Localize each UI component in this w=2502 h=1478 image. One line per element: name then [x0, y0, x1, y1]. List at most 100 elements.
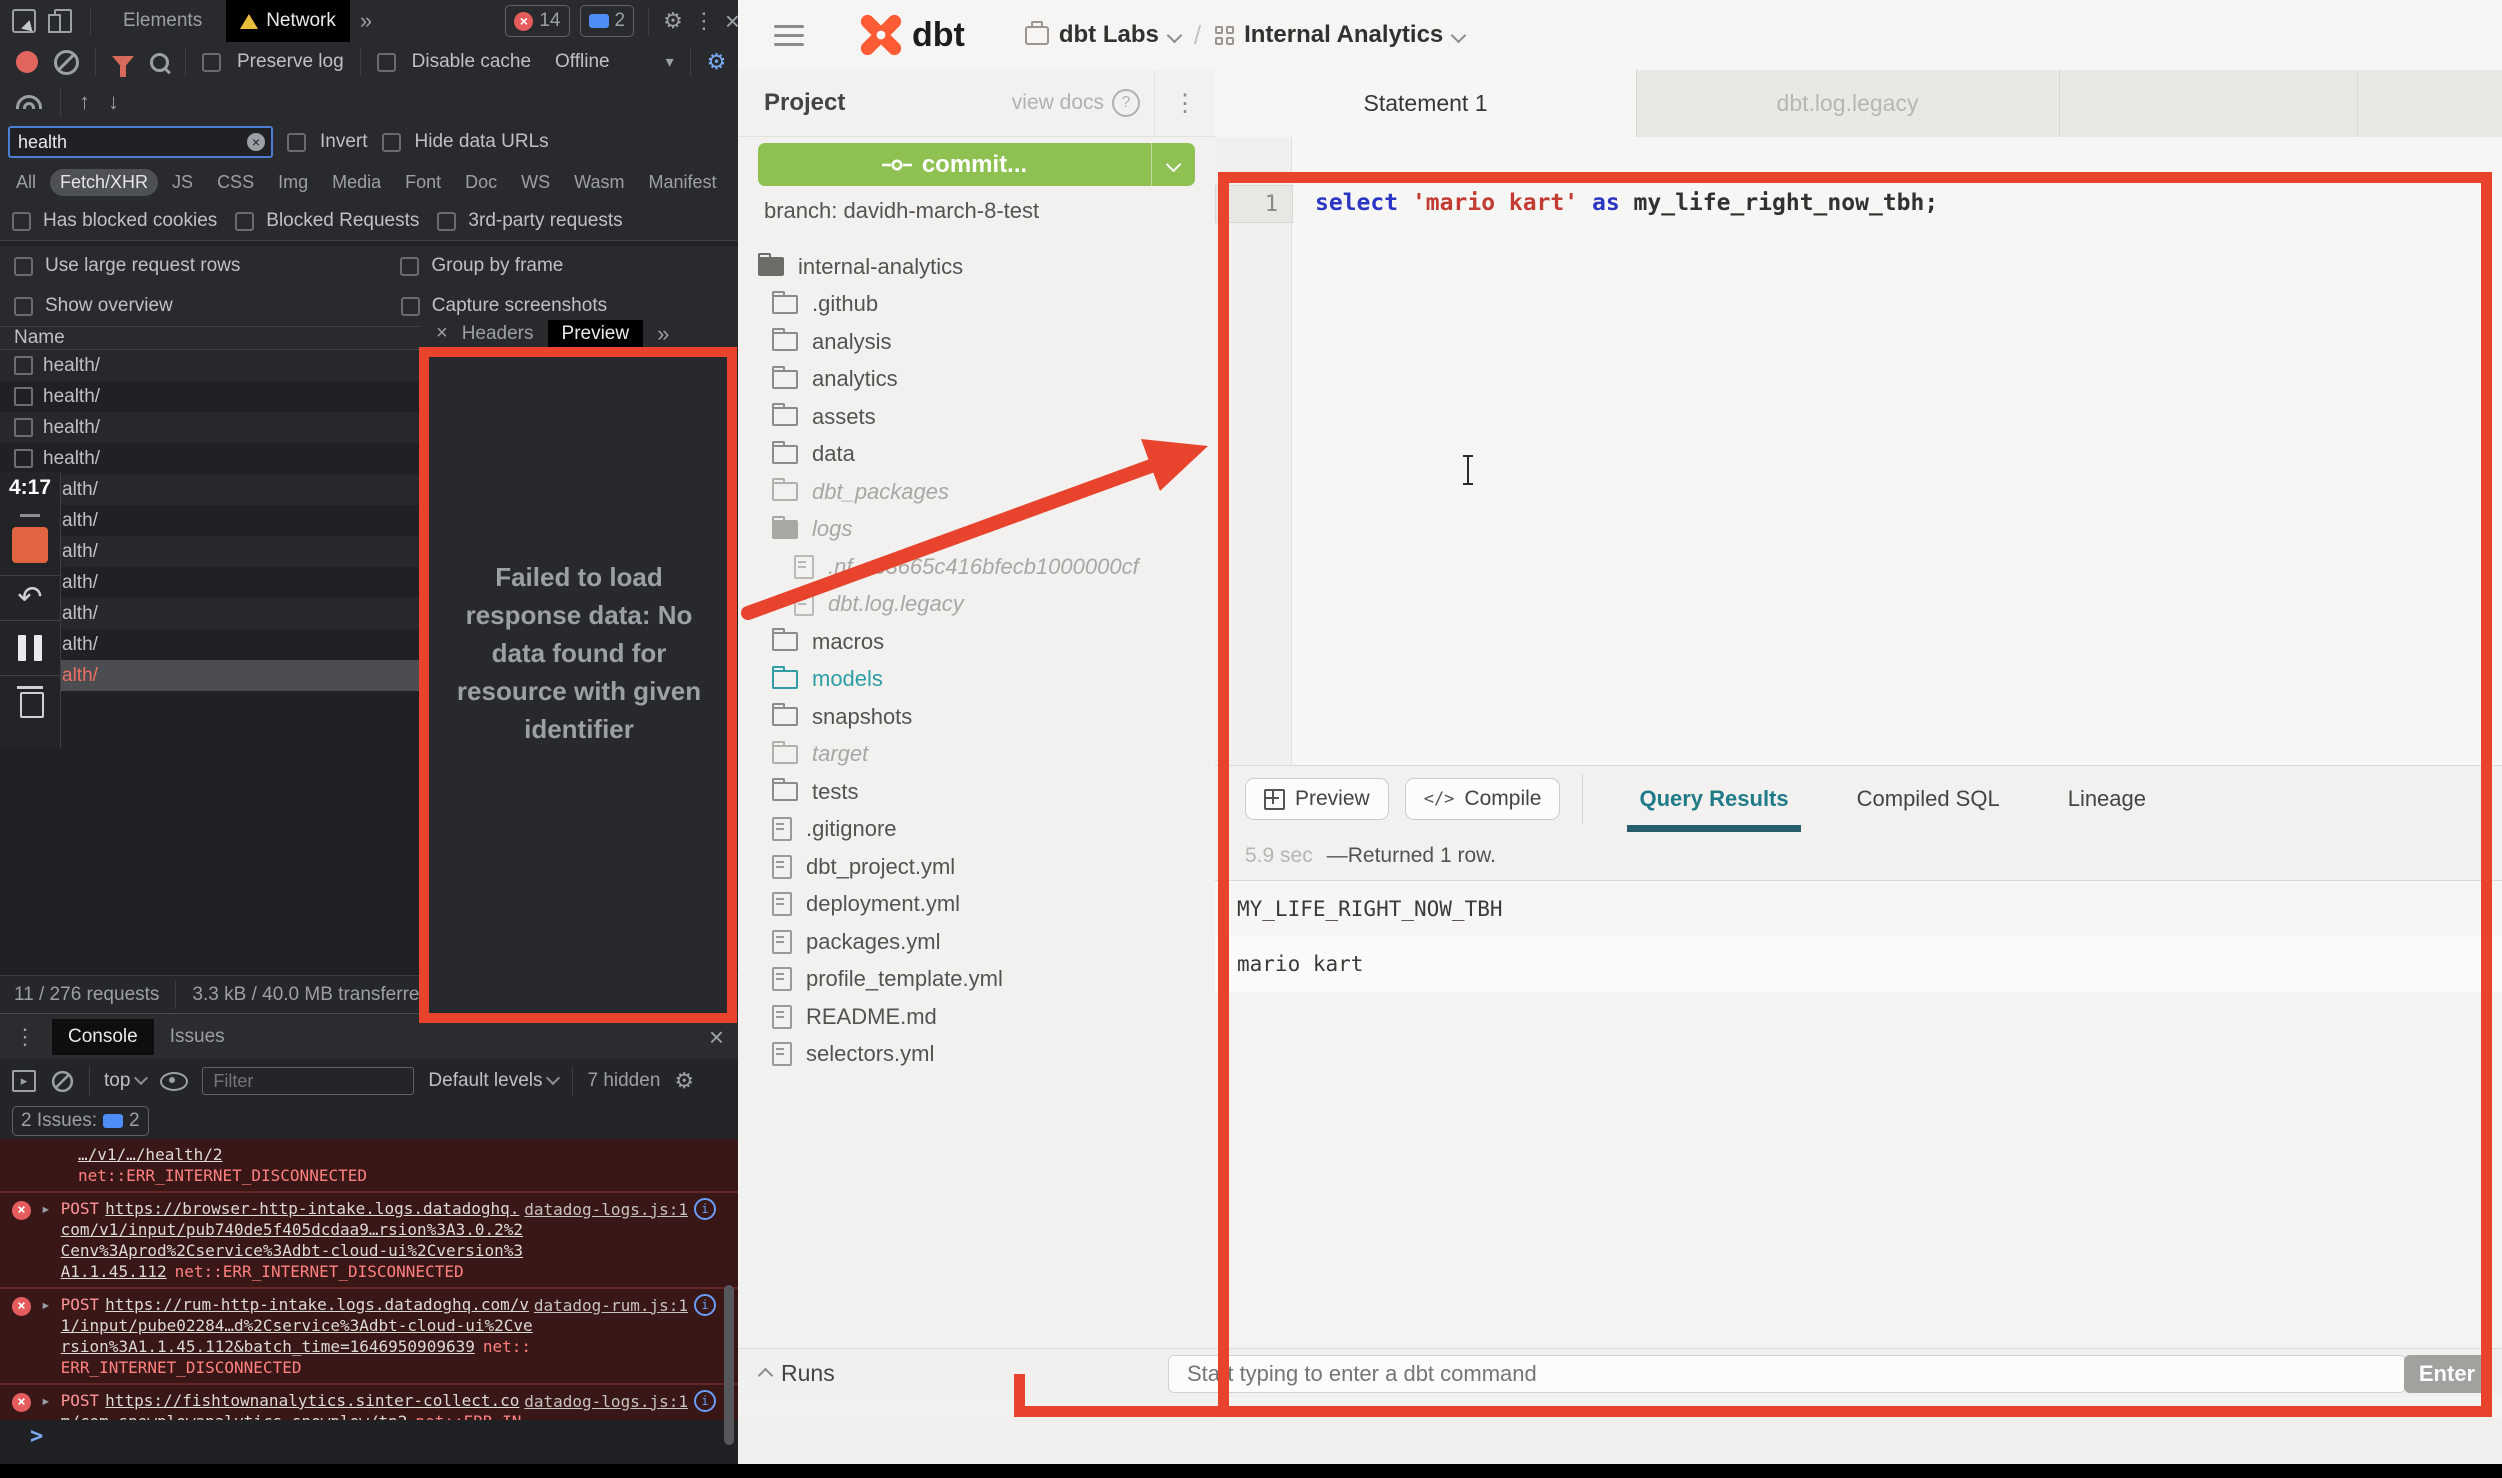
context-selector[interactable]: top: [104, 1070, 146, 1092]
error-url-link[interactable]: https://rum-http-intake.logs.datadoghq.c…: [61, 1295, 533, 1356]
tree-item[interactable]: profile_template.yml: [738, 961, 1215, 999]
request-row[interactable]: alth/: [0, 629, 420, 660]
console-settings-gear-icon[interactable]: ⚙: [674, 1068, 694, 1094]
clear-console-icon[interactable]: [52, 1070, 73, 1091]
log-levels-selector[interactable]: Default levels: [428, 1070, 558, 1092]
close-drawer-icon[interactable]: ×: [709, 1022, 724, 1053]
request-row[interactable]: health/: [0, 412, 420, 443]
tree-item[interactable]: dbt.log.legacy: [738, 586, 1215, 624]
tree-item[interactable]: .gitignore: [738, 811, 1215, 849]
filter-chip-selected[interactable]: Fetch/XHR: [50, 169, 158, 196]
record-icon[interactable]: [16, 51, 38, 73]
filter-chip[interactable]: WS: [511, 169, 560, 196]
sidebar-kebab-icon[interactable]: ⋮: [1154, 70, 1215, 136]
undo-icon[interactable]: ↶: [0, 576, 60, 620]
filter-chip[interactable]: Media: [322, 169, 391, 196]
tree-item[interactable]: analytics: [738, 361, 1215, 399]
more-tabs-icon[interactable]: »: [360, 8, 372, 34]
disable-cache-checkbox[interactable]: [377, 53, 396, 72]
filter-chip[interactable]: All: [6, 169, 46, 196]
kebab-menu-icon[interactable]: ⋮: [693, 8, 715, 34]
capture-screenshots-checkbox[interactable]: [401, 297, 420, 316]
error-count-badge[interactable]: 14: [505, 5, 569, 37]
console-error[interactable]: …/v1/…/health/2 net::ERR_INTERNET_DISCON…: [0, 1139, 738, 1192]
hide-data-urls-checkbox[interactable]: [382, 133, 401, 152]
sql-editor[interactable]: 1 select 'mario kart' as my_life_right_n…: [1215, 137, 2502, 765]
request-row[interactable]: alth/: [0, 474, 420, 505]
console-prompt[interactable]: >: [30, 1424, 43, 1449]
tree-item[interactable]: README.md: [738, 998, 1215, 1036]
third-party-checkbox[interactable]: [437, 212, 456, 231]
filter-chip[interactable]: CSS: [207, 169, 264, 196]
tree-item-models[interactable]: models: [738, 661, 1215, 699]
console-error[interactable]: ▸ POSThttps://browser-http-intake.logs.d…: [0, 1192, 738, 1288]
request-row[interactable]: health/: [0, 381, 420, 412]
error-source-link[interactable]: datadog-logs.js:1: [524, 1391, 688, 1412]
disclosure-icon[interactable]: ▸: [41, 1294, 51, 1315]
more-detail-tabs-icon[interactable]: »: [657, 321, 669, 347]
name-column-header[interactable]: Name: [0, 327, 420, 350]
enter-button[interactable]: Enter: [2404, 1355, 2490, 1393]
filter-chip[interactable]: Doc: [455, 169, 507, 196]
tab-preview[interactable]: Preview: [548, 320, 644, 348]
console-error[interactable]: ▸ POSThttps://rum-http-intake.logs.datad…: [0, 1288, 738, 1384]
tree-item[interactable]: packages.yml: [738, 923, 1215, 961]
request-row[interactable]: alth/: [0, 536, 420, 567]
preserve-log-checkbox[interactable]: [202, 53, 221, 72]
pause-icon[interactable]: [18, 635, 42, 661]
issues-chip[interactable]: 2 Issues: 2: [12, 1106, 149, 1136]
editor-tab-active[interactable]: Statement 1: [1215, 70, 1637, 137]
tree-item[interactable]: assets: [738, 398, 1215, 436]
request-row-selected[interactable]: alth/: [0, 660, 420, 691]
filter-funnel-icon[interactable]: [112, 56, 134, 69]
has-blocked-cookies-checkbox[interactable]: [12, 212, 31, 231]
filter-chip[interactable]: Font: [395, 169, 451, 196]
request-row[interactable]: alth/: [0, 567, 420, 598]
tab-network[interactable]: Network: [226, 0, 350, 42]
console-error[interactable]: ▸ POSThttps://fishtownanalytics.sinter-c…: [0, 1384, 738, 1420]
filter-chip[interactable]: Manifest: [639, 169, 727, 196]
live-expression-icon[interactable]: [160, 1072, 188, 1091]
commit-dropdown[interactable]: [1151, 143, 1195, 186]
clear-filter-icon[interactable]: ×: [247, 133, 265, 151]
view-docs-link[interactable]: view docs: [1012, 91, 1104, 115]
tree-item-root[interactable]: internal-analytics: [738, 248, 1215, 286]
tree-item[interactable]: macros: [738, 623, 1215, 661]
commit-button[interactable]: commit...: [758, 143, 1195, 186]
filter-chip[interactable]: Img: [268, 169, 318, 196]
tab-issues[interactable]: Issues: [170, 1026, 225, 1048]
tab-compiled-sql[interactable]: Compiled SQL: [1857, 786, 2000, 812]
results-data-row[interactable]: mario kart: [1215, 936, 2502, 993]
tree-item[interactable]: selectors.yml: [738, 1036, 1215, 1074]
gear-icon[interactable]: ⚙: [663, 8, 683, 34]
info-icon[interactable]: [694, 1294, 716, 1316]
editor-tab-inactive[interactable]: dbt.log.legacy: [1636, 70, 2060, 137]
tree-item[interactable]: data: [738, 436, 1215, 474]
console-filter-input[interactable]: [202, 1067, 414, 1095]
filter-chip[interactable]: JS: [162, 169, 203, 196]
invert-checkbox[interactable]: [287, 133, 306, 152]
device-toolbar-icon[interactable]: [54, 9, 72, 33]
network-filter-input[interactable]: [8, 126, 273, 158]
tree-item[interactable]: target: [738, 736, 1215, 774]
show-overview-checkbox[interactable]: [14, 297, 33, 316]
group-by-frame-checkbox[interactable]: [400, 257, 419, 276]
error-url-link[interactable]: …/v1/…/health/2: [78, 1145, 223, 1164]
tree-item[interactable]: dbt_packages: [738, 473, 1215, 511]
dbt-logo[interactable]: dbt: [858, 12, 965, 58]
info-icon[interactable]: [694, 1390, 716, 1412]
filter-chip[interactable]: Wasm: [564, 169, 634, 196]
pen-size-indicator[interactable]: [20, 514, 40, 517]
tab-elements[interactable]: Elements: [109, 10, 216, 32]
disclosure-icon[interactable]: ▸: [41, 1390, 51, 1411]
tab-headers[interactable]: Headers: [462, 323, 534, 345]
tree-item[interactable]: logs: [738, 511, 1215, 549]
org-selector[interactable]: dbt Labs: [1025, 21, 1180, 49]
console-scrollbar[interactable]: [724, 1285, 734, 1445]
tree-item[interactable]: analysis: [738, 323, 1215, 361]
issue-count-badge[interactable]: 2: [580, 5, 635, 37]
tree-item[interactable]: .github: [738, 286, 1215, 324]
request-row[interactable]: health/: [0, 443, 420, 474]
tab-console[interactable]: Console: [52, 1019, 154, 1055]
disclosure-icon[interactable]: ▸: [41, 1198, 51, 1219]
